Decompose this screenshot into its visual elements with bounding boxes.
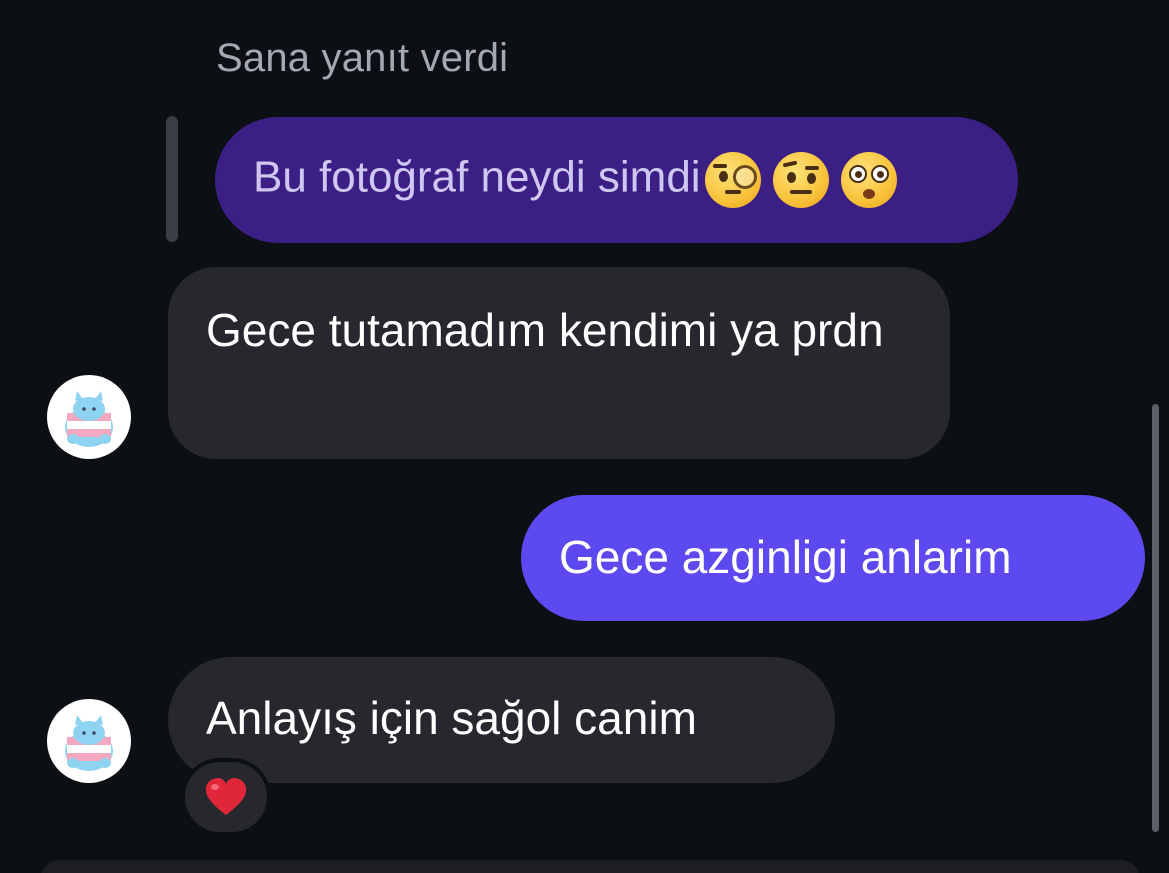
face-with-raised-eyebrow-emoji-icon bbox=[772, 152, 829, 208]
chat-screen: Sana yanıt verdi Bu fotoğraf neydi simdi bbox=[0, 0, 1169, 873]
message-composer-edge[interactable] bbox=[40, 860, 1140, 873]
message-text: Gece tutamadım kendimi ya prdn bbox=[206, 304, 884, 356]
heart-emoji-icon bbox=[205, 778, 247, 815]
contact-avatar[interactable] bbox=[47, 699, 131, 783]
flushed-face-emoji-icon bbox=[840, 152, 897, 208]
face-with-monocle-emoji-icon bbox=[704, 152, 761, 208]
quoted-message-text: Bu fotoğraf neydi simdi bbox=[253, 152, 897, 208]
incoming-message-bubble[interactable]: Gece tutamadım kendimi ya prdn bbox=[168, 267, 950, 459]
trans-flag-cat-avatar-icon bbox=[65, 715, 113, 771]
scrollbar[interactable] bbox=[1152, 404, 1159, 832]
reply-context-label: Sana yanıt verdi bbox=[216, 36, 509, 80]
incoming-message-bubble[interactable]: Anlayış için sağol canim bbox=[168, 657, 835, 783]
message-text: Anlayış için sağol canim bbox=[206, 692, 697, 744]
message-text: Gece azginligi anlarim bbox=[559, 531, 1012, 583]
quoted-message-bubble[interactable]: Bu fotoğraf neydi simdi bbox=[215, 117, 1018, 243]
reply-indicator-line bbox=[166, 116, 178, 242]
quoted-message-content: Bu fotoğraf neydi simdi bbox=[253, 152, 701, 202]
contact-avatar[interactable] bbox=[47, 375, 131, 459]
trans-flag-cat-avatar-icon bbox=[65, 391, 113, 447]
outgoing-message-bubble[interactable]: Gece azginligi anlarim bbox=[521, 495, 1145, 621]
message-reaction[interactable] bbox=[181, 758, 271, 836]
